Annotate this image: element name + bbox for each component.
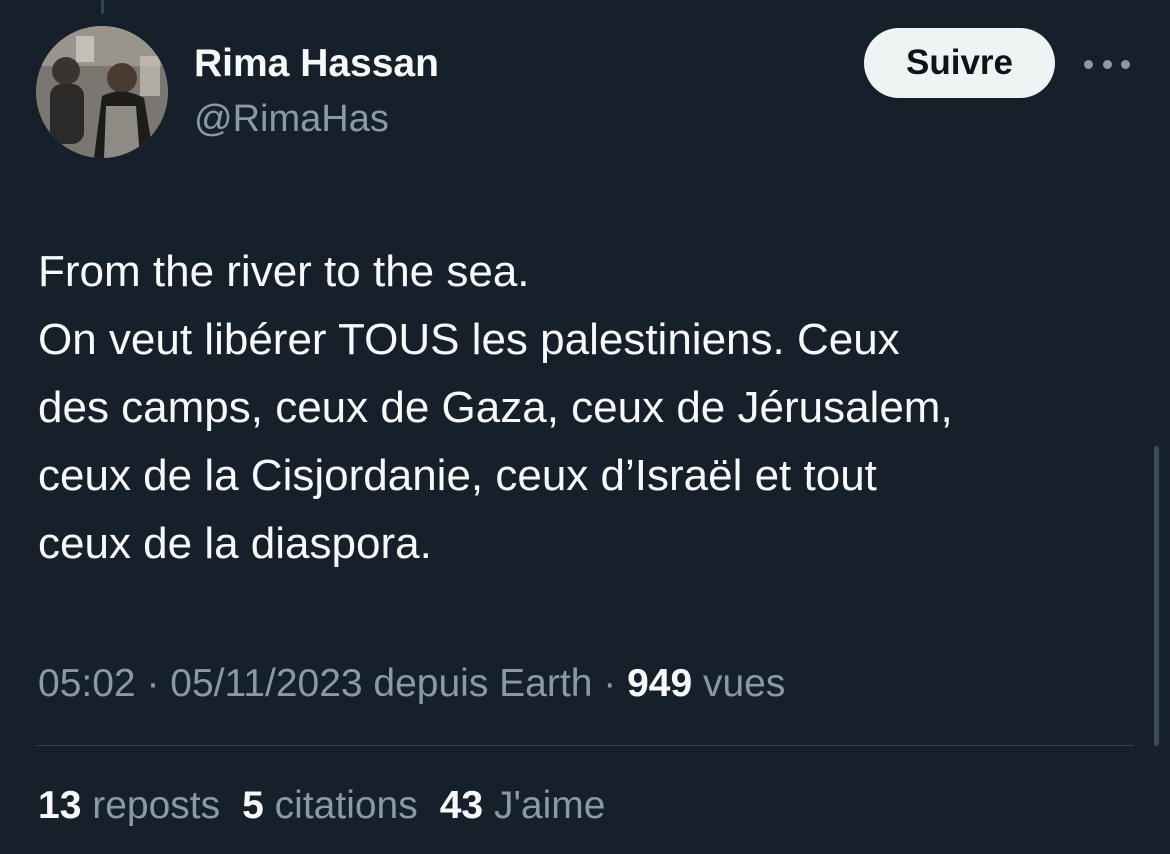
divider <box>36 745 1134 746</box>
quotes-label: citations <box>263 784 418 827</box>
tweet-text: From the river to the sea. On veut libér… <box>38 238 1128 578</box>
quotes-count: 5 <box>242 784 264 827</box>
scrollbar[interactable] <box>1154 446 1159 746</box>
tweet-text-line: From the river to the sea. <box>38 247 530 296</box>
likes-count: 43 <box>439 784 484 827</box>
views-count: 949 <box>627 662 693 705</box>
dot <box>1121 59 1130 69</box>
reposts-stat[interactable]: 13 reposts <box>38 784 220 827</box>
likes-label: J'aime <box>483 784 606 827</box>
reposts-label: reposts <box>81 784 221 827</box>
avatar-image <box>36 26 168 158</box>
engagement-stats: 13 reposts 5 citations 43 J'aime <box>38 778 627 834</box>
tweet-date[interactable]: 05/11/2023 <box>170 662 362 705</box>
meta-separator: · <box>135 662 171 705</box>
tweet-text-line: des camps, ceux de Gaza, ceux de Jérusal… <box>38 383 953 432</box>
tweet-text-line: ceux de la Cisjordanie, ceux d’Israël et… <box>38 451 877 500</box>
quotes-stat[interactable]: 5 citations <box>242 784 418 827</box>
tweet-text-line: On veut libérer TOUS les palestiniens. C… <box>38 315 900 364</box>
reposts-count: 13 <box>38 784 82 827</box>
likes-stat[interactable]: 43 J'aime <box>440 784 606 827</box>
views-label: vues <box>692 662 786 705</box>
dot <box>1102 59 1112 69</box>
thread-connector-line <box>101 0 104 14</box>
tweet-meta: 05:02 · 05/11/2023 depuis Earth · 949 vu… <box>38 656 785 712</box>
author-name[interactable]: Rima Hassan <box>194 40 439 88</box>
follow-button[interactable]: Suivre <box>864 28 1055 98</box>
author-handle[interactable]: @RimaHas <box>194 95 389 143</box>
meta-separator: · <box>592 662 628 705</box>
tweet-text-line: ceux de la diaspora. <box>38 519 432 568</box>
tweet-source: depuis Earth <box>362 662 593 705</box>
avatar[interactable] <box>36 26 168 158</box>
tweet-time[interactable]: 05:02 <box>38 662 136 705</box>
more-horizontal-icon[interactable] <box>1084 50 1130 78</box>
dot <box>1084 59 1093 69</box>
